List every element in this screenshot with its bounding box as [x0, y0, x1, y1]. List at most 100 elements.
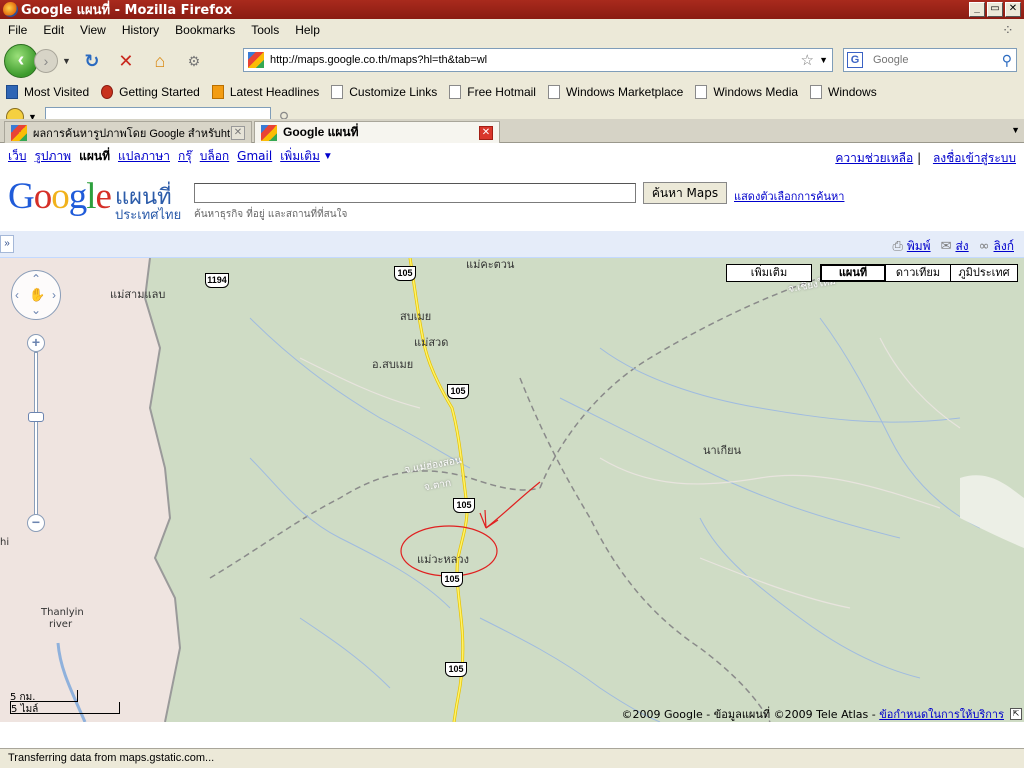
tab-list-icon[interactable]: ▼ [1011, 125, 1020, 135]
gbar-web-link[interactable]: เว็บ [8, 147, 26, 166]
tab-image-search[interactable]: ผลการค้นหารูปภาพโดย Google สำหรับht... ✕ [4, 121, 252, 143]
pan-down-icon[interactable]: ⌄ [31, 303, 41, 317]
map-type-group: แผนที่ ดาวเทียม ภูมิประเทศ [820, 264, 1018, 282]
pan-control[interactable]: ⌃ ‹ › ⌄ ✋ [11, 270, 61, 320]
close-tab-icon[interactable]: ✕ [479, 125, 493, 140]
bookmark-getting-started[interactable]: Getting Started [95, 85, 206, 99]
addon-icon[interactable]: ⚙ [181, 48, 207, 74]
zoom-out-button[interactable]: − [27, 514, 45, 532]
page-content: เว็บ รูปภาพ แผนที่ แปลภาษา กรุ๊ บล็อก Gm… [0, 143, 1024, 748]
scale-mi: 5 ไมล์ [10, 702, 120, 715]
most-visited-icon [6, 85, 18, 99]
close-tab-icon[interactable]: ✕ [231, 125, 245, 140]
tab-google-maps[interactable]: Google แผนที่ ✕ [254, 121, 500, 143]
highway-shield: 105 [441, 572, 463, 587]
map-type-satellite-button[interactable]: ดาวเทียม [885, 264, 951, 282]
logo-country: ประเทศไทย [115, 208, 182, 223]
window-title: Google แผนที่ - Mozilla Firefox [21, 3, 233, 18]
close-window-button[interactable]: ✕ [1005, 2, 1021, 17]
menu-edit[interactable]: Edit [35, 23, 72, 37]
menu-file[interactable]: File [0, 23, 35, 37]
hand-icon[interactable]: ✋ [29, 287, 45, 303]
window-titlebar: Google แผนที่ - Mozilla Firefox _ ▭ ✕ [0, 0, 1024, 19]
map-label: นาเกียน [703, 444, 742, 457]
google-favicon-icon [11, 124, 27, 141]
gbar-more-link[interactable]: เพิ่มเติม [280, 147, 320, 166]
bookmark-most-visited[interactable]: Most Visited [0, 85, 95, 99]
print-icon: ⎙ [892, 239, 903, 254]
search-options-link[interactable]: แสดงตัวเลือกการค้นหา [734, 187, 844, 205]
reload-button[interactable]: ↻ [79, 48, 105, 74]
zoom-slider-thumb[interactable] [28, 412, 44, 422]
map-canvas[interactable]: 1194 105 105 105 105 105 แม่คะตวน แม่สาม… [0, 258, 1024, 722]
signin-link[interactable]: ลงชื่อเข้าสู่ระบบ [933, 151, 1016, 165]
map-type-terrain-button[interactable]: ภูมิประเทศ [950, 264, 1018, 282]
bookmark-latest-headlines[interactable]: Latest Headlines [206, 85, 325, 99]
zoom-slider-track[interactable] [34, 352, 38, 518]
map-label: แม่วะหลวง [417, 553, 469, 566]
gbar-groups-link[interactable]: กรุ๊ [178, 147, 192, 166]
map-label: แม่สวด [414, 336, 449, 349]
maps-search-button[interactable]: ค้นหา Maps [643, 182, 727, 204]
menu-history[interactable]: History [114, 23, 167, 37]
menu-view[interactable]: View [72, 23, 114, 37]
bookmark-windows-media[interactable]: Windows Media [689, 85, 804, 99]
maps-search-input[interactable] [194, 183, 636, 203]
map-label: river [49, 619, 73, 630]
menu-help[interactable]: Help [287, 23, 328, 37]
stop-button[interactable]: ✕ [113, 48, 139, 74]
page-icon [547, 85, 560, 99]
google-favicon-icon [261, 124, 277, 141]
bookmark-windows-marketplace[interactable]: Windows Marketplace [542, 85, 689, 99]
more-layers-button[interactable]: เพิ่มเติม [726, 264, 812, 282]
gbar-gmail-link[interactable]: Gmail [237, 149, 272, 163]
gbar-translate-link[interactable]: แปลภาษา [118, 147, 170, 166]
map-type-map-button[interactable]: แผนที่ [820, 264, 886, 282]
menu-tools[interactable]: Tools [243, 23, 287, 37]
chevron-down-icon[interactable]: ▼ [323, 151, 333, 162]
back-button[interactable]: ‹ [4, 44, 38, 78]
bookmark-customize-links[interactable]: Customize Links [325, 85, 443, 99]
search-icon[interactable]: ⚲ [1002, 52, 1012, 69]
gbar-separator: | [917, 151, 922, 165]
highway-shield: 105 [453, 498, 475, 513]
search-input[interactable] [873, 54, 993, 66]
menu-bookmarks[interactable]: Bookmarks [167, 23, 243, 37]
home-button[interactable]: ⌂ [147, 48, 173, 74]
bookmark-windows[interactable]: Windows [804, 85, 883, 99]
print-link[interactable]: พิมพ์ [907, 237, 931, 256]
url-bar[interactable]: ☆ ▼ [243, 48, 833, 72]
pan-up-icon[interactable]: ⌃ [31, 272, 41, 286]
gbar-user-links: ความช่วยเหลือ | ลงชื่อเข้าสู่ระบบ [827, 149, 1016, 168]
forward-button[interactable]: › [34, 49, 58, 73]
pan-right-icon[interactable]: › [52, 288, 56, 302]
site-favicon-icon [248, 52, 264, 68]
gbar-images-link[interactable]: รูปภาพ [34, 147, 71, 166]
menu-bar: File Edit View History Bookmarks Tools H… [0, 19, 1024, 41]
bookmarks-toolbar: Most Visited Getting Started Latest Head… [0, 81, 1024, 103]
minimize-button[interactable]: _ [969, 2, 985, 17]
highway-shield: 1194 [205, 273, 229, 288]
send-link[interactable]: ส่ง [955, 237, 968, 256]
pan-left-icon[interactable]: ‹ [15, 288, 19, 302]
page-icon [810, 85, 823, 99]
overview-toggle-icon[interactable]: ⇱ [1010, 708, 1022, 720]
map-scale: 5 กม. 5 ไมล์ [10, 690, 120, 715]
expand-panel-button[interactable]: » [0, 235, 14, 253]
help-link[interactable]: ความช่วยเหลือ [835, 151, 913, 165]
link-link[interactable]: ลิงก์ [994, 237, 1014, 256]
gbar-blogs-link[interactable]: บล็อก [200, 147, 229, 166]
history-dropdown-icon[interactable]: ▼ [62, 56, 71, 66]
google-bar: เว็บ รูปภาพ แผนที่ แปลภาษา กรุ๊ บล็อก Gm… [0, 143, 1024, 169]
zoom-in-button[interactable]: + [27, 334, 45, 352]
maximize-button[interactable]: ▭ [987, 2, 1003, 17]
google-logo[interactable]: Google [8, 175, 112, 218]
url-input[interactable] [270, 54, 770, 66]
highway-shield: 105 [447, 384, 469, 399]
search-engine-icon[interactable]: G [847, 52, 863, 68]
terms-link[interactable]: ข้อกำหนดในการให้บริการ [879, 708, 1004, 721]
bookmark-free-hotmail[interactable]: Free Hotmail [443, 85, 542, 99]
search-bar[interactable]: G ⚲ [843, 48, 1017, 72]
url-dropdown-icon[interactable]: ▼ [819, 55, 828, 65]
bookmark-star-icon[interactable]: ☆ [801, 51, 814, 69]
